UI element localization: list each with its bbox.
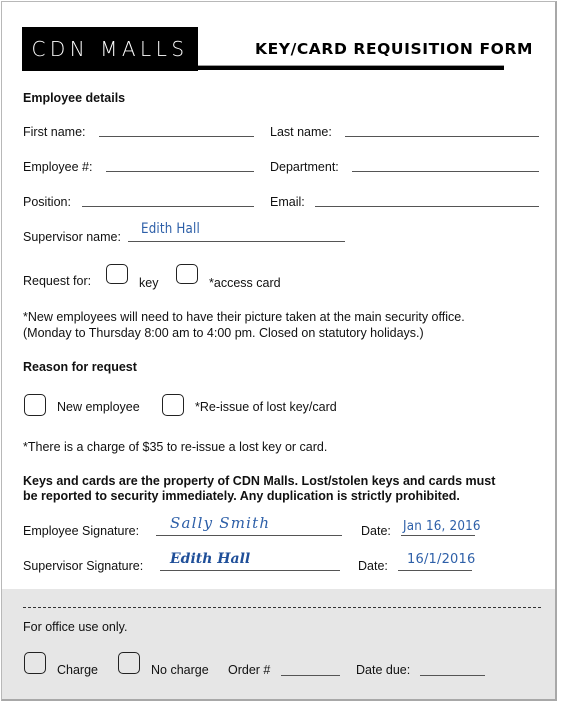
charge-note: *There is a charge of $35 to re-issue a …	[23, 440, 328, 454]
new-employee-note-line2: (Monday to Thursday 8:00 am to 4:00 pm. …	[23, 326, 424, 340]
employee-date-field[interactable]	[401, 535, 475, 536]
supervisor-signature-field[interactable]	[160, 570, 340, 571]
no-charge-checkbox[interactable]	[118, 652, 140, 674]
supervisor-date-field[interactable]	[398, 570, 472, 571]
title-rule	[198, 66, 504, 70]
order-number-field[interactable]	[281, 675, 340, 676]
date-due-field[interactable]	[420, 675, 485, 676]
cut-line	[23, 607, 541, 608]
date-due-label: Date due:	[356, 663, 411, 677]
charge-label: Charge	[57, 663, 98, 677]
employee-signature-label: Employee Signature:	[23, 524, 140, 538]
new-employee-label: New employee	[57, 400, 140, 414]
supervisor-name-field[interactable]	[128, 241, 345, 242]
last-name-label: Last name:	[270, 125, 332, 139]
new-employee-note-line1: *New employees will need to have their p…	[23, 310, 465, 324]
brand-logo: CDN MALLS	[22, 27, 198, 71]
office-use-section: For office use only. Charge No charge Or…	[2, 589, 555, 699]
email-field[interactable]	[315, 206, 539, 207]
key-label: key	[139, 276, 159, 290]
section-heading-employee-details: Employee details	[23, 91, 126, 105]
no-charge-label: No charge	[151, 663, 209, 677]
supervisor-date-value: 16/1/2016	[407, 552, 476, 567]
key-checkbox[interactable]	[106, 264, 128, 284]
first-name-label: First name:	[23, 125, 86, 139]
order-number-label: Order #	[228, 663, 271, 677]
employee-signature-value: Sally Smith	[170, 514, 271, 532]
department-field[interactable]	[352, 171, 539, 172]
reissue-checkbox[interactable]	[162, 394, 184, 416]
form-page: CDN MALLS KEY/CARD REQUISITION FORM Empl…	[1, 1, 557, 701]
form-title: KEY/CARD REQUISITION FORM	[254, 40, 533, 58]
last-name-field[interactable]	[345, 136, 539, 137]
access-card-checkbox[interactable]	[176, 264, 198, 284]
new-employee-checkbox[interactable]	[24, 394, 46, 416]
position-label: Position:	[23, 195, 71, 209]
request-for-label: Request for:	[23, 274, 92, 288]
section-heading-reason: Reason for request	[23, 360, 137, 374]
email-label: Email:	[270, 195, 305, 209]
supervisor-date-label: Date:	[358, 559, 388, 573]
charge-checkbox[interactable]	[24, 652, 46, 674]
position-field[interactable]	[82, 206, 254, 207]
first-name-field[interactable]	[99, 136, 254, 137]
employee-signature-field[interactable]	[156, 535, 342, 536]
supervisor-signature-label: Supervisor Signature:	[23, 559, 144, 573]
supervisor-name-label: Supervisor name:	[23, 230, 121, 244]
supervisor-name-value: Edith Hall	[141, 221, 200, 237]
reissue-label: *Re-issue of lost key/card	[195, 400, 337, 414]
employee-date-label: Date:	[361, 524, 391, 538]
employee-number-label: Employee #:	[23, 160, 93, 174]
property-notice-line1: Keys and cards are the property of CDN M…	[23, 474, 496, 488]
employee-date-value: Jan 16, 2016	[403, 519, 481, 534]
access-card-label: *access card	[209, 276, 281, 290]
property-notice-line2: be reported to security immediately. Any…	[23, 489, 460, 503]
department-label: Department:	[270, 160, 339, 174]
office-use-label: For office use only.	[23, 620, 128, 634]
supervisor-signature-value: Edith Hall	[170, 551, 251, 567]
employee-number-field[interactable]	[106, 171, 254, 172]
